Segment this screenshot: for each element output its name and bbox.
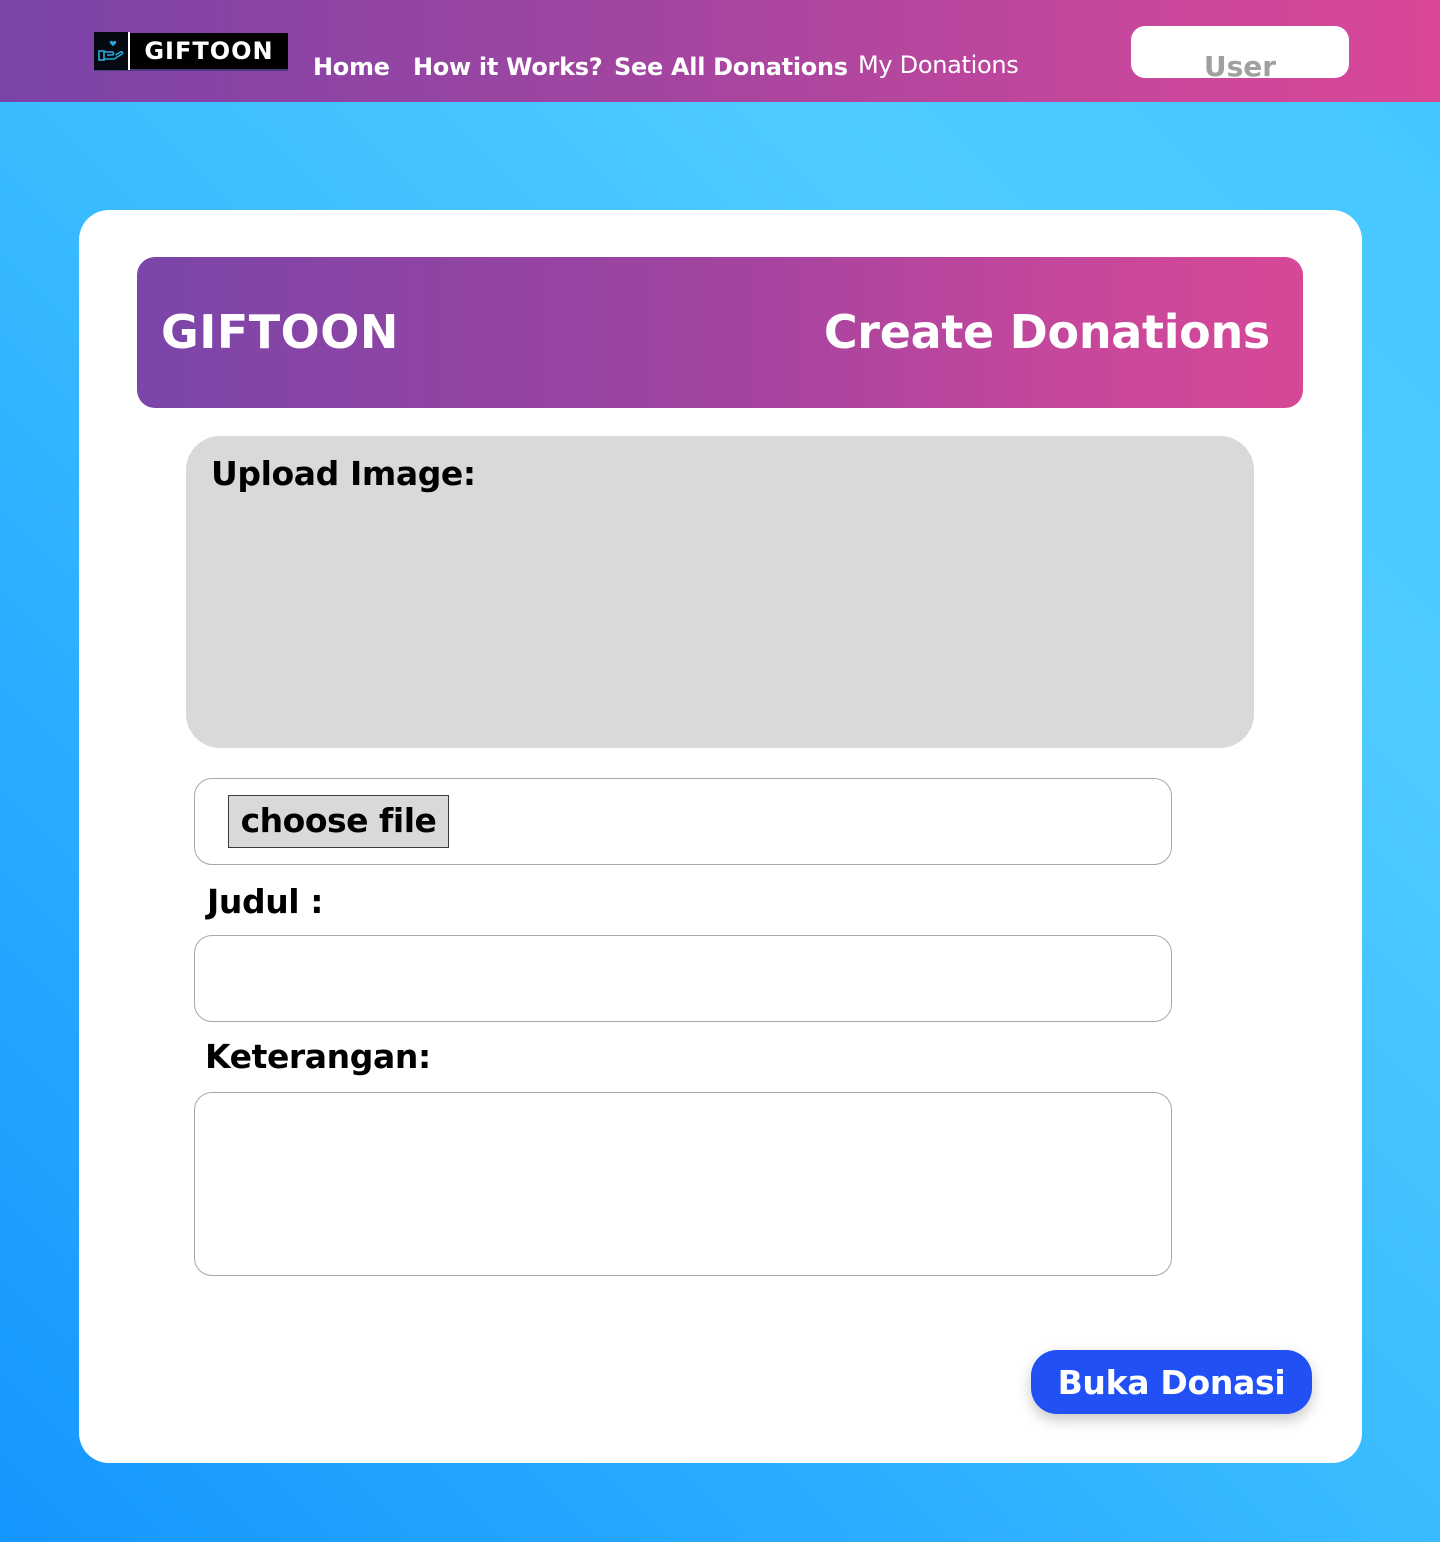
user-button[interactable]: User: [1131, 26, 1349, 78]
create-donation-card: GIFTOON Create Donations Upload Image: c…: [79, 210, 1362, 1463]
file-input-field: choose file: [194, 778, 1172, 865]
nav-link-how-it-works[interactable]: How it Works?: [413, 53, 603, 81]
keterangan-textarea[interactable]: [195, 1093, 1171, 1275]
page-title: Create Donations: [823, 305, 1270, 359]
user-button-label: User: [1203, 50, 1277, 78]
upload-image-label: Upload Image:: [211, 454, 476, 493]
card-brand: GIFTOON: [161, 305, 399, 359]
top-navbar: GIFTOON Home How it Works? See All Donat…: [0, 0, 1440, 102]
judul-input[interactable]: [195, 936, 1171, 1021]
choose-file-button[interactable]: choose file: [228, 795, 449, 848]
nav-link-see-all-donations[interactable]: See All Donations: [614, 53, 848, 81]
logo-text: GIFTOON: [144, 37, 274, 65]
buka-donasi-button[interactable]: Buka Donasi: [1031, 1350, 1312, 1414]
hand-heart-icon: [94, 32, 130, 70]
image-upload-area[interactable]: Upload Image:: [186, 436, 1254, 748]
nav-link-my-donations[interactable]: My Donations: [858, 51, 1019, 79]
giftoon-logo[interactable]: GIFTOON: [94, 32, 288, 71]
card-header: GIFTOON Create Donations: [137, 257, 1303, 408]
judul-field-container: [194, 935, 1172, 1022]
judul-label: Judul :: [207, 882, 324, 921]
keterangan-label: Keterangan:: [205, 1037, 431, 1076]
nav-link-home[interactable]: Home: [313, 53, 390, 81]
keterangan-field-container: [194, 1092, 1172, 1276]
